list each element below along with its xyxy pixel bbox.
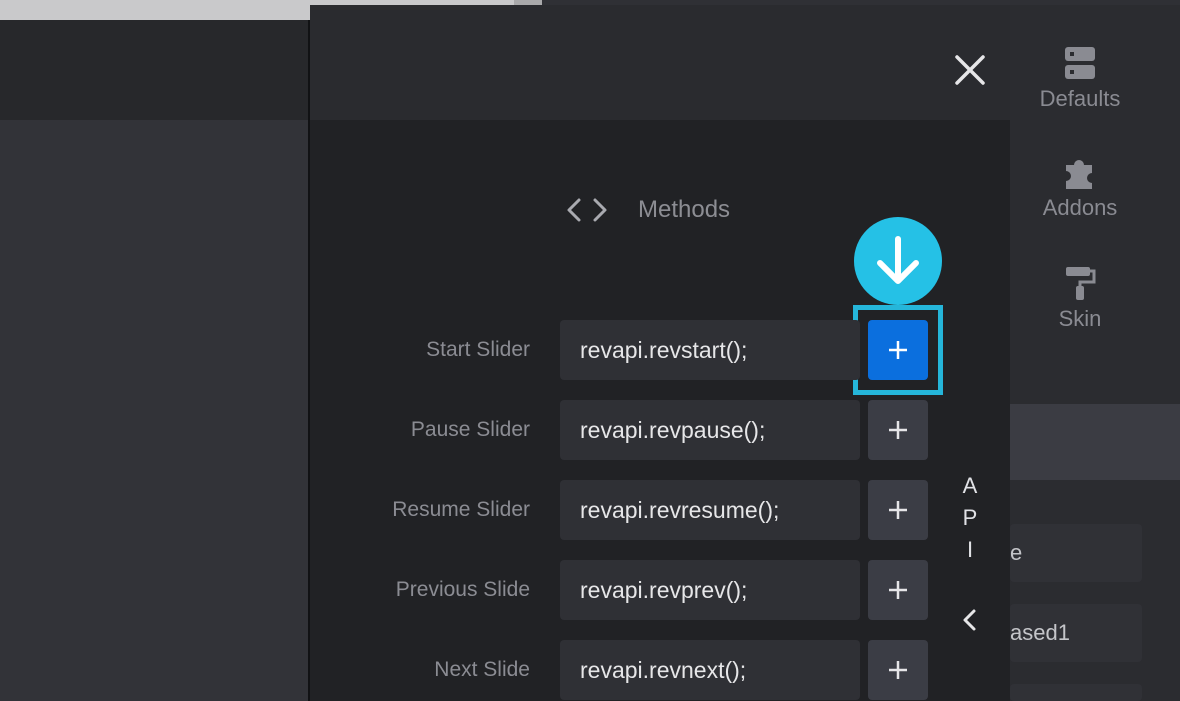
api-tab-letter: I (966, 537, 974, 562)
plus-icon (889, 661, 907, 679)
paint-roller-icon (1066, 267, 1096, 300)
add-resume-slider-button[interactable] (868, 480, 928, 540)
sidebar-item-label: Skin (1058, 306, 1102, 331)
plus-icon (889, 421, 907, 439)
arrow-down-badge (854, 217, 942, 305)
right-field-1[interactable]: e (1010, 524, 1142, 582)
method-code-start-slider[interactable]: revapi.revstart(); (560, 320, 860, 380)
code-icon (567, 198, 607, 222)
collapse-button[interactable] (958, 606, 982, 634)
sidebar-item-defaults[interactable]: Defaults (1020, 46, 1140, 112)
sidebar-item-label: Defaults (1039, 86, 1121, 111)
left-panel-header (0, 20, 308, 120)
add-pause-slider-button[interactable] (868, 400, 928, 460)
sidebar-item-skin[interactable]: Skin (1020, 266, 1140, 332)
method-label-pause-slider: Pause Slider (410, 418, 530, 441)
add-previous-slide-button[interactable] (868, 560, 928, 620)
method-label-resume-slider: Resume Slider (392, 498, 530, 521)
right-field-1-text: e (1010, 540, 1023, 565)
server-icon (1065, 47, 1095, 79)
right-field-2[interactable]: ased1 (1010, 604, 1142, 662)
add-start-slider-button[interactable] (868, 320, 928, 380)
method-label-previous-slide: Previous Slide (395, 578, 530, 601)
method-code-previous-slide[interactable]: revapi.revprev(); (560, 560, 860, 620)
method-code-next-slide[interactable]: revapi.revnext(); (560, 640, 860, 700)
api-tab-letter: A (962, 473, 978, 498)
add-next-slide-button[interactable] (868, 640, 928, 700)
api-tab[interactable]: A P I (955, 470, 985, 566)
plus-icon (889, 501, 907, 519)
modal-title: Methods (566, 190, 730, 230)
api-tab-letter: P (962, 505, 978, 530)
method-code-text: revapi.revresume(); (580, 497, 780, 523)
plus-icon (889, 581, 907, 599)
method-code-resume-slider[interactable]: revapi.revresume(); (560, 480, 860, 540)
puzzle-icon (1066, 160, 1092, 189)
left-panel (0, 120, 308, 701)
chevron-left-icon (963, 609, 976, 631)
close-button[interactable] (950, 50, 990, 90)
plus-icon (889, 341, 907, 359)
close-icon (955, 55, 985, 85)
right-field-2-text: ased1 (1010, 620, 1070, 645)
right-sidebar-active-section[interactable] (1010, 404, 1180, 480)
method-code-text: revapi.revstart(); (580, 337, 748, 363)
modal-title-text: Methods (638, 196, 731, 223)
method-code-pause-slider[interactable]: revapi.revpause(); (560, 400, 860, 460)
method-code-text: revapi.revnext(); (580, 657, 747, 683)
right-field-3[interactable] (1010, 684, 1142, 701)
sidebar-item-label: Addons (1042, 195, 1118, 220)
method-code-text: revapi.revprev(); (580, 577, 748, 603)
method-label-next-slide: Next Slide (434, 658, 530, 681)
modal-header (310, 5, 1010, 120)
method-label-start-slider: Start Slider (426, 338, 530, 361)
sidebar-item-addons[interactable]: Addons (1020, 155, 1140, 221)
method-code-text: revapi.revpause(); (580, 417, 766, 443)
arrow-down-icon (877, 236, 919, 284)
